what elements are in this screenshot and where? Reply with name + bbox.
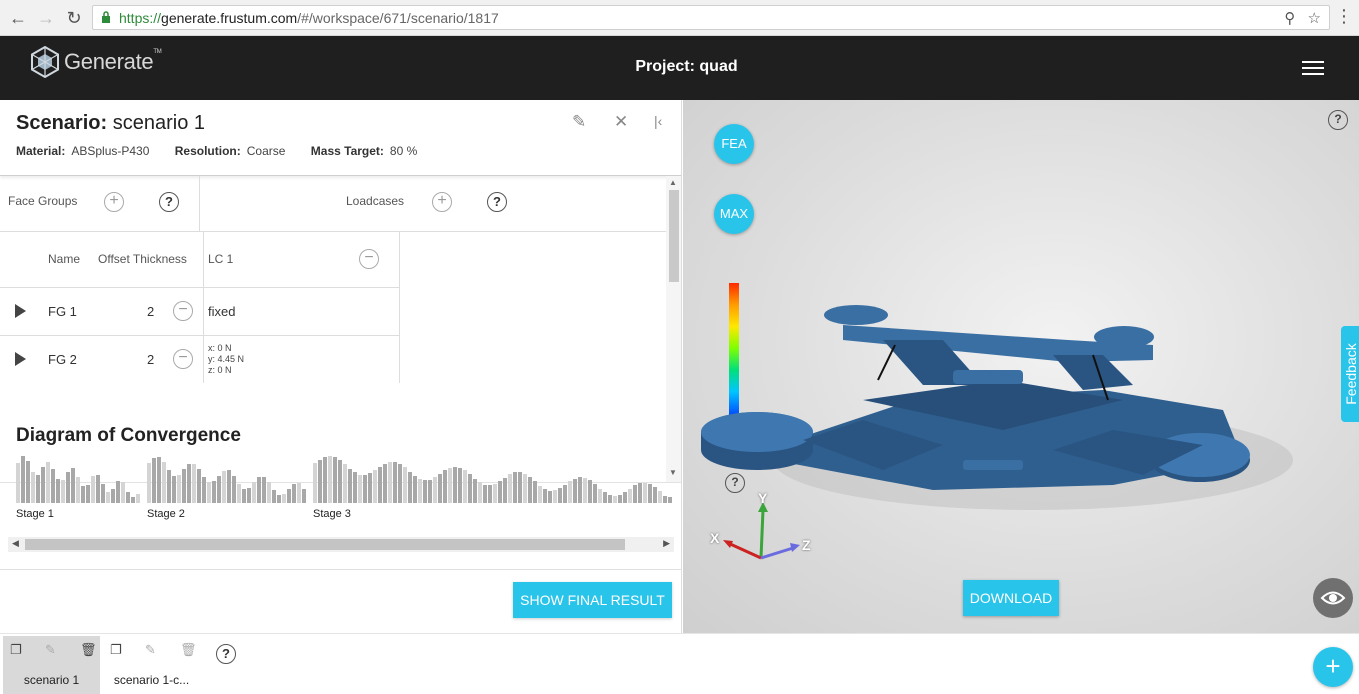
close-icon[interactable]: ✕ [614, 112, 628, 132]
expand-fg1-icon[interactable] [15, 304, 26, 318]
remove-loadcase-icon[interactable]: − [359, 249, 379, 269]
key-icon[interactable]: ⚲ [1284, 10, 1295, 27]
app-header: GenerateTM Project: quad [0, 36, 1359, 100]
model-viewer[interactable]: FEA MAX ? ? Y X Z DOWNLOAD Feedback [683, 100, 1359, 633]
add-loadcase-icon[interactable]: + [432, 192, 452, 212]
download-button[interactable]: DOWNLOAD [963, 580, 1059, 616]
stage3-bars [313, 456, 672, 503]
remove-fg1-icon[interactable]: − [173, 301, 193, 321]
stage2-label: Stage 2 [147, 508, 185, 520]
visibility-toggle[interactable] [1313, 578, 1353, 618]
lock-icon [102, 11, 110, 23]
stage1-label: Stage 1 [16, 508, 54, 520]
scenario-meta: Material: ABSplus-P430 Resolution: Coarse … [16, 144, 418, 158]
axis-z-label: Z [802, 537, 811, 553]
stage1-bars [16, 456, 140, 503]
col-offset-thickness: Offset Thickness [98, 252, 187, 266]
face-groups-header: Face Groups [8, 194, 78, 208]
back-icon[interactable]: ← [6, 6, 30, 30]
copy-icon[interactable]: ❐ [110, 642, 122, 658]
fg1-offset[interactable]: 2 [147, 304, 154, 319]
tab-scenario-1-copy[interactable]: ❐ ✎ 🗑 scenario 1-c... [103, 636, 200, 694]
face-groups-help-icon[interactable]: ? [159, 192, 179, 212]
fg2-offset[interactable]: 2 [147, 352, 154, 367]
add-face-group-icon[interactable]: + [104, 192, 124, 212]
convergence-scrollbar[interactable]: ◀ ▶ [8, 537, 674, 552]
stage2-bars [147, 457, 306, 503]
col-lc1: LC 1 [208, 252, 234, 266]
fg2-load[interactable]: x: 0 N y: 4.45 N z: 0 N [208, 343, 244, 376]
browser-menu-icon[interactable]: ⋮ [1335, 6, 1353, 27]
menu-icon[interactable] [1302, 61, 1324, 77]
trash-icon[interactable]: 🗑 [180, 642, 197, 658]
star-icon[interactable]: ☆ [1308, 10, 1321, 27]
loadcases-header: Loadcases [346, 194, 405, 208]
trash-icon[interactable]: 🗑 [80, 642, 97, 658]
reload-icon[interactable]: ↻ [62, 6, 86, 30]
col-name: Name [48, 252, 81, 266]
convergence-title: Diagram of Convergence [16, 425, 241, 446]
scenario-panel: Scenario: scenario 1 Material: ABSplus-P4… [0, 100, 682, 633]
collapse-panel-icon[interactable]: |‹ [654, 113, 662, 129]
remove-fg2-icon[interactable]: − [173, 349, 193, 369]
edit-icon[interactable]: ✎ [145, 642, 156, 658]
forward-icon[interactable]: → [34, 6, 58, 30]
tabs-help-icon[interactable]: ? [216, 644, 236, 664]
fg1-name: FG 1 [48, 304, 77, 319]
stage3-label: Stage 3 [313, 508, 351, 520]
add-scenario-button[interactable]: + [1313, 647, 1353, 687]
feedback-tab[interactable]: Feedback [1341, 326, 1359, 422]
address-bar[interactable]: https://generate.frustum.com/#/workspace… [92, 5, 1330, 30]
fg1-load[interactable]: fixed [208, 304, 235, 319]
url-actions: ⚲ ☆ [1284, 9, 1321, 27]
edit-icon[interactable]: ✎ [45, 642, 56, 658]
project-title: Project: quad [635, 58, 738, 75]
eye-icon [1320, 591, 1346, 605]
edit-icon[interactable]: ✎ [572, 112, 586, 132]
browser-toolbar: ← → ↻ https://generate.frustum.com/#/wor… [0, 0, 1359, 36]
axis-y-label: Y [758, 490, 768, 506]
url-text: https://generate.frustum.com/#/workspace… [119, 10, 499, 26]
loadcases-help-icon[interactable]: ? [487, 192, 507, 212]
scenario-header: Scenario: scenario 1 Material: ABSplus-P4… [0, 100, 681, 176]
show-final-result-button[interactable]: SHOW FINAL RESULT [513, 582, 672, 618]
scenario-tabs-bar: ❐ ✎ 🗑 scenario 1 ❐ ✎ 🗑 scenario 1-c... ?… [0, 633, 1359, 694]
fg2-name: FG 2 [48, 352, 77, 367]
scenario-title: Scenario: scenario 1 [16, 112, 205, 134]
axis-x-label: X [710, 530, 720, 546]
face-groups-scrollbar[interactable]: ▲ ▼ [666, 176, 681, 482]
tab-scenario-1[interactable]: ❐ ✎ 🗑 scenario 1 [3, 636, 100, 694]
expand-fg2-icon[interactable] [15, 352, 26, 366]
copy-icon[interactable]: ❐ [10, 642, 22, 658]
